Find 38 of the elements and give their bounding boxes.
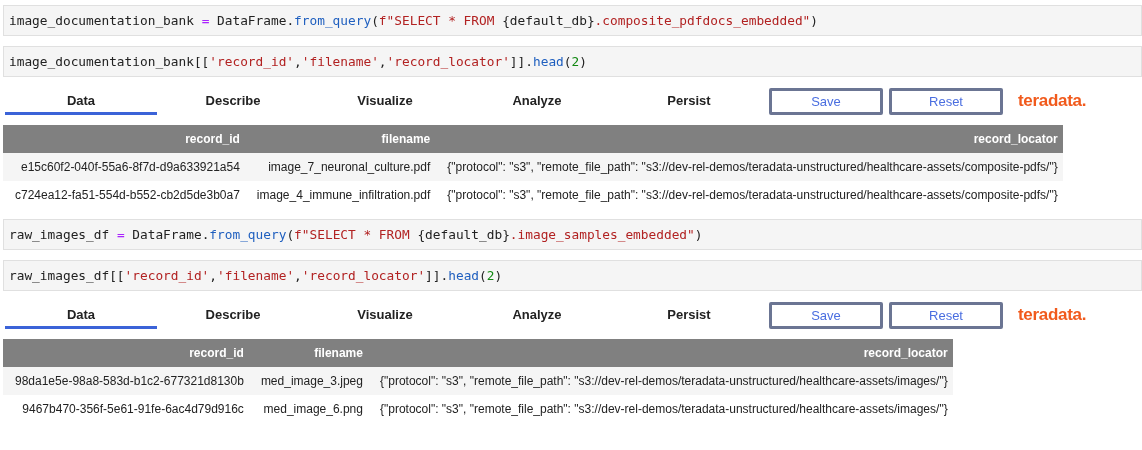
code-cell[interactable]: raw_images_df[['record_id','filename','record_locator']].head(2) [3,260,1142,291]
code-cell[interactable]: image_documentation_bank = DataFrame.from_query(f"SELECT * FROM {default_db}.composite_pdfdocs_embedded") [3,5,1142,36]
tab[interactable]: Analyze [461,303,613,329]
action-button[interactable]: Save [769,87,883,115]
column-header: record_locator [435,125,1063,153]
table-cell: c724ea12-fa51-554d-b552-cb2d5de3b0a7 [3,181,245,209]
table-cell: {"protocol": "s3", "remote_file_path": "s3://dev-rel-demos/teradata-unstructured/healthcare-assets/images/"} [367,395,953,423]
table-cell: image_4_immune_infiltration.pdf [244,181,436,209]
column-header: record_id [3,339,249,367]
tab[interactable]: Describe [157,303,309,329]
logo: teradata. [1018,305,1087,325]
column-header: record_id [3,125,245,153]
tab[interactable]: Persist [613,89,765,115]
code-cell[interactable]: image_documentation_bank[['record_id','filename','record_locator']].head(2) [3,46,1142,77]
action-button[interactable]: Reset [889,87,1003,115]
table-cell: med_image_6.png [248,395,368,423]
tab[interactable]: Data [5,89,157,115]
table-cell: image_7_neuronal_culture.pdf [244,153,436,181]
action-button[interactable]: Reset [889,301,1003,329]
column-header: record_locator [367,339,953,367]
tab[interactable]: Analyze [461,89,613,115]
tab[interactable]: Data [5,303,157,329]
table-cell: e15c60f2-040f-55a6-8f7d-d9a633921a54 [3,153,245,181]
table-cell: 9467b470-356f-5e61-91fe-6ac4d79d916c [3,395,249,423]
table-cell: 98da1e5e-98a8-583d-b1c2-677321d8130b [3,367,249,395]
column-header: filename [248,339,368,367]
table-cell: {"protocol": "s3", "remote_file_path": "s3://dev-rel-demos/teradata-unstructured/healthcare-assets/composite-pdfs/"} [435,181,1063,209]
code-cell[interactable]: raw_images_df = DataFrame.from_query(f"SELECT * FROM {default_db}.image_samples_embedded") [3,219,1142,250]
tab[interactable]: Describe [157,89,309,115]
tab[interactable]: Visualize [309,89,461,115]
tab[interactable]: Persist [613,303,765,329]
action-button[interactable]: Save [769,301,883,329]
tab[interactable]: Visualize [309,303,461,329]
column-header: filename [244,125,436,153]
table-cell: med_image_3.jpeg [248,367,368,395]
table-cell: {"protocol": "s3", "remote_file_path": "s3://dev-rel-demos/teradata-unstructured/healthcare-assets/images/"} [367,367,953,395]
table-cell: {"protocol": "s3", "remote_file_path": "s3://dev-rel-demos/teradata-unstructured/healthcare-assets/composite-pdfs/"} [435,153,1063,181]
logo: teradata. [1018,91,1087,111]
